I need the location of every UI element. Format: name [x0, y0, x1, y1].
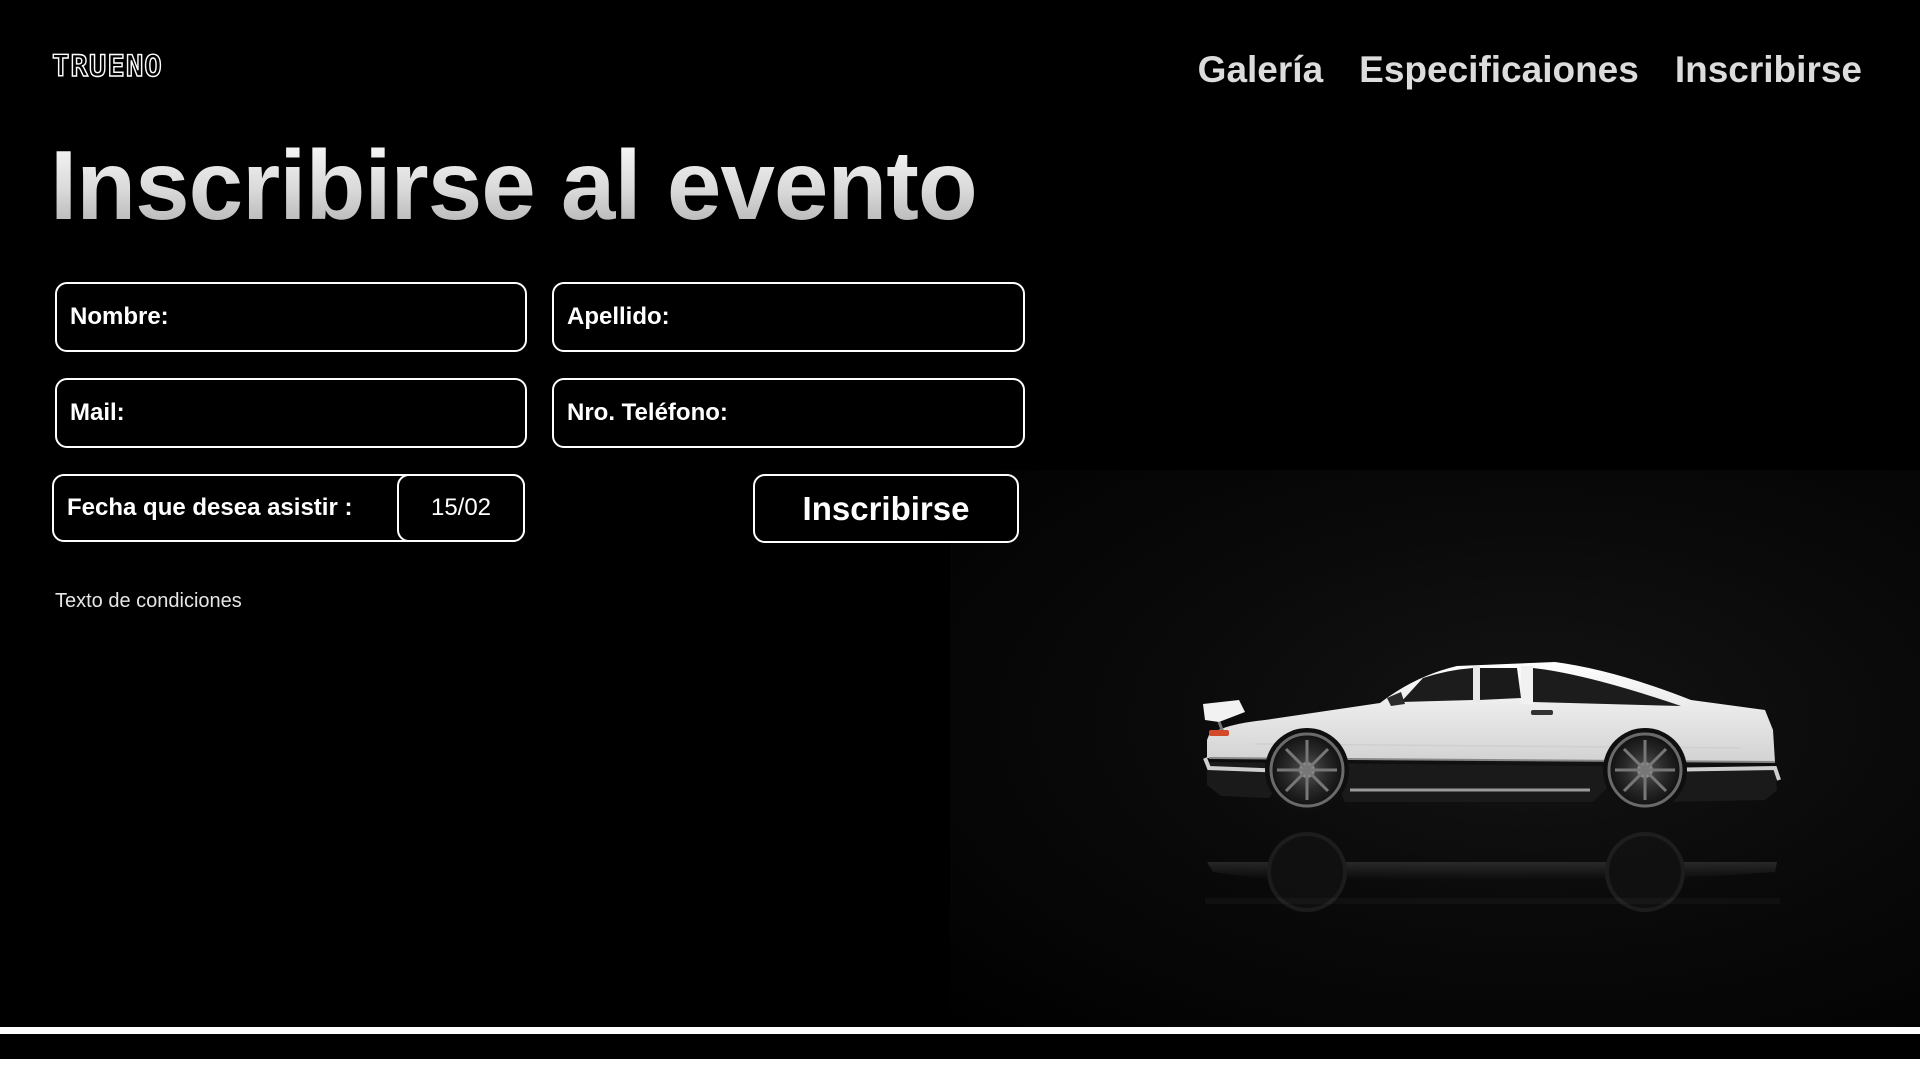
mail-input[interactable]	[124, 399, 525, 427]
apellido-input[interactable]	[669, 303, 1023, 331]
car-reflection	[1207, 832, 1777, 912]
telefono-field[interactable]: Nro. Teléfono:	[552, 378, 1025, 448]
telefono-label: Nro. Teléfono:	[567, 399, 728, 426]
nombre-input[interactable]	[168, 303, 525, 331]
apellido-label: Apellido:	[567, 303, 670, 330]
fecha-label: Fecha que desea asistir :	[67, 494, 353, 521]
nav-item-inscribirse[interactable]: Inscribirse	[1675, 48, 1862, 92]
nav-item-especificaciones[interactable]: Especificaiones	[1359, 48, 1639, 92]
fecha-select[interactable]: 15/02	[397, 474, 525, 542]
nav-item-galeria[interactable]: Galería	[1198, 48, 1323, 92]
telefono-input[interactable]	[727, 399, 1023, 427]
terms-text[interactable]: Texto de condiciones	[55, 589, 242, 613]
mail-field[interactable]: Mail:	[55, 378, 527, 448]
brand-logo[interactable]: TRUENO	[51, 51, 163, 81]
main-nav: Galería Especificaiones Inscribirse	[1198, 48, 1862, 92]
inscribirse-button[interactable]: Inscribirse	[753, 474, 1019, 543]
nombre-field[interactable]: Nombre:	[55, 282, 527, 352]
nombre-label: Nombre:	[70, 303, 169, 330]
car-image	[1203, 662, 1781, 912]
page-title: Inscribirse al evento	[50, 130, 978, 240]
page-background: TRUENO Galería Especificaiones Inscribir…	[0, 0, 1920, 1059]
apellido-field[interactable]: Apellido:	[552, 282, 1025, 352]
mail-label: Mail:	[70, 399, 125, 426]
fecha-field: Fecha que desea asistir : 15/02	[52, 474, 525, 542]
footer-divider	[0, 1027, 1920, 1034]
